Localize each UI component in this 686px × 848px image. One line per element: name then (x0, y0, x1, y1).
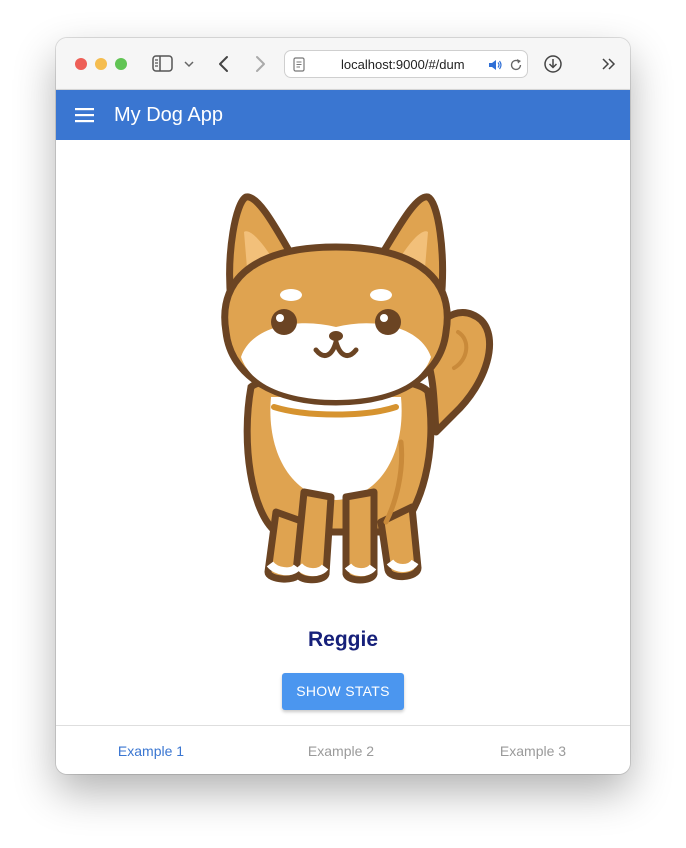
chevron-down-icon[interactable] (182, 56, 196, 72)
main-content: Reggie SHOW STATS (56, 140, 630, 725)
chevron-right-icon[interactable] (251, 53, 269, 75)
double-chevron-icon[interactable] (601, 56, 617, 72)
bottom-navigation: Example 1 Example 2 Example 3 (56, 725, 630, 774)
url-text[interactable]: localhost:9000/#/dum (341, 57, 483, 73)
speaker-icon[interactable] (488, 58, 502, 72)
app-bar: My Dog App (56, 90, 630, 140)
browser-window: localhost:9000/#/dum My Dog App Reggie S… (56, 38, 630, 774)
app-title: My Dog App (114, 104, 223, 126)
zoom-window-button[interactable] (115, 58, 127, 70)
dog-name: Reggie (307, 628, 378, 651)
hamburger-menu-icon[interactable] (75, 106, 95, 124)
dog-illustration (221, 193, 493, 584)
address-bar[interactable]: localhost:9000/#/dum (284, 50, 528, 78)
download-icon[interactable] (542, 53, 564, 75)
tab-example-2[interactable]: Example 2 (246, 742, 436, 760)
tab-example-3[interactable]: Example 3 (438, 742, 628, 760)
tab-example-1[interactable]: Example 1 (56, 742, 246, 760)
sidebar-icon[interactable] (152, 54, 174, 74)
page-icon (293, 57, 305, 72)
minimize-window-button[interactable] (95, 58, 107, 70)
reload-icon[interactable] (509, 58, 523, 72)
show-stats-button[interactable]: SHOW STATS (282, 673, 404, 710)
browser-toolbar: localhost:9000/#/dum (56, 38, 630, 90)
close-window-button[interactable] (75, 58, 87, 70)
chevron-left-icon[interactable] (215, 53, 233, 75)
